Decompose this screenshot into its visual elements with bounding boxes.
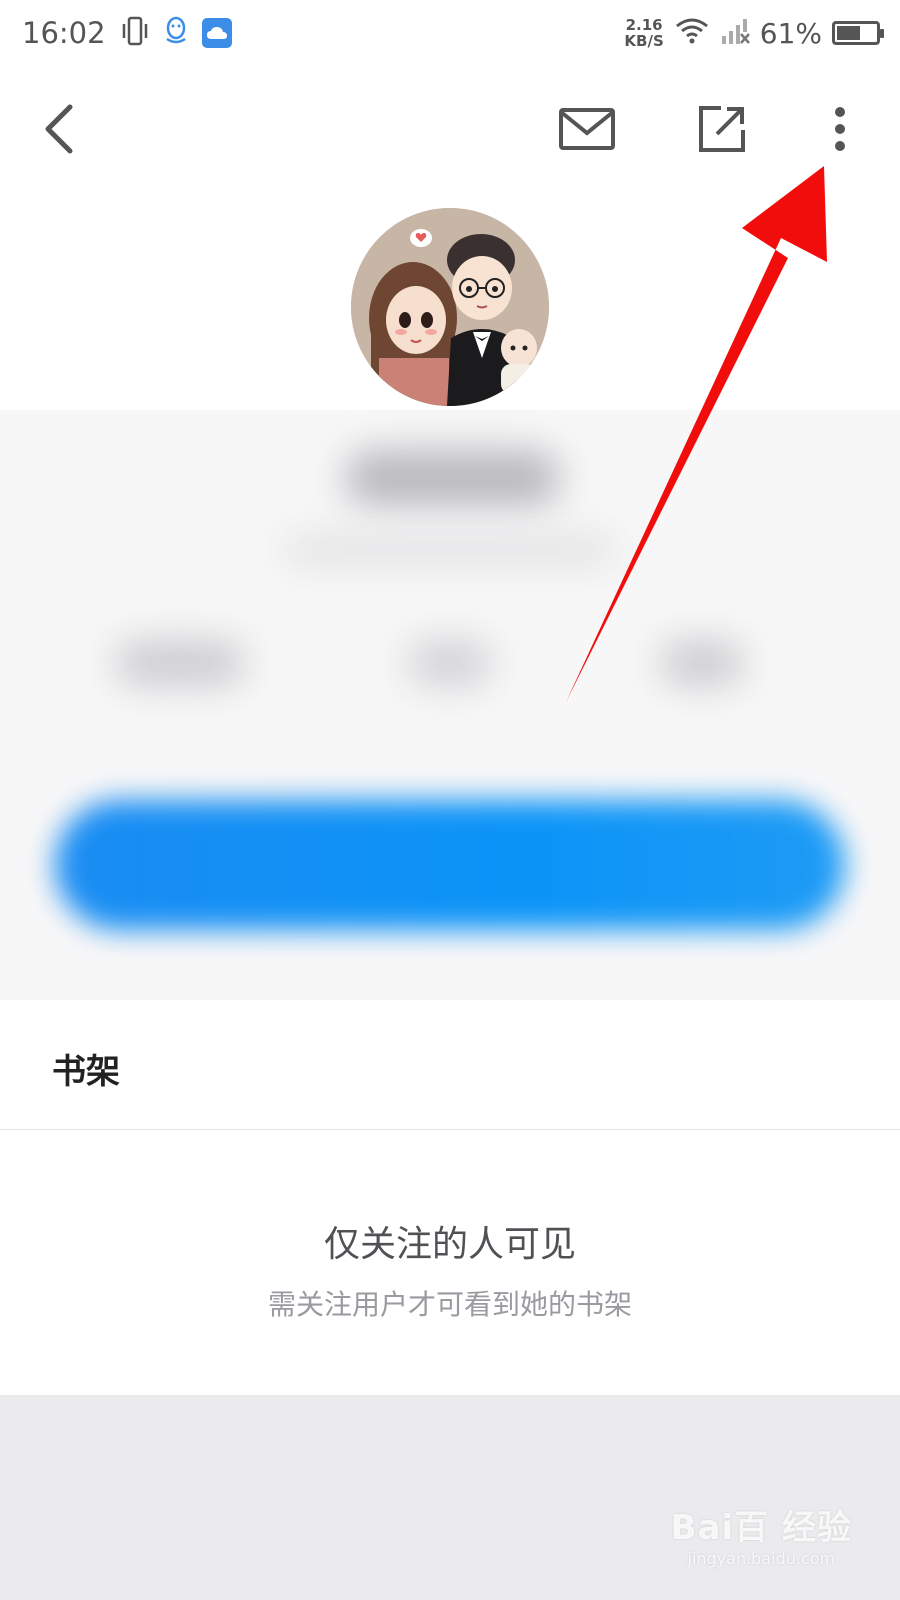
bookshelf-locked-state: 仅关注的人可见 需关注用户才可看到她的书架 <box>0 1131 900 1395</box>
vibrate-icon <box>120 15 150 51</box>
net-speed: 2.16 KB/S <box>624 17 663 49</box>
status-time: 16:02 <box>22 16 106 50</box>
locked-message-title: 仅关注的人可见 <box>323 1224 576 1265</box>
share-button[interactable] <box>682 86 762 176</box>
signal-off-icon <box>720 16 750 50</box>
locked-message-subtitle: 需关注用户才可看到她的书架 <box>267 1288 632 1321</box>
follow-button-blurred[interactable] <box>55 800 845 930</box>
wifi-icon <box>674 16 710 50</box>
blurred-user-subtitle <box>285 535 615 565</box>
blurred-username <box>345 450 560 506</box>
avatar[interactable] <box>351 208 549 406</box>
watermark-url: jingyan.baidu.com <box>687 1549 836 1568</box>
baidu-jingyan-watermark: Bai百 经验 jingyan.baidu.com <box>671 1500 852 1568</box>
message-button[interactable] <box>547 86 627 176</box>
net-speed-value: 2.16 <box>625 16 663 34</box>
bottom-background <box>0 1395 900 1600</box>
blurred-stat <box>660 640 744 686</box>
watermark-logo: Bai百 经验 <box>670 1508 852 1548</box>
more-button[interactable] <box>800 86 880 176</box>
battery-percent: 61% <box>759 16 822 50</box>
share-icon <box>697 104 747 158</box>
status-bar: 16:02 2.16 KB/S 61% <box>0 0 900 66</box>
qq-icon <box>162 15 190 51</box>
cloud-icon <box>201 18 232 48</box>
battery-level-fill <box>837 26 861 40</box>
bookshelf-title: 书架 <box>52 1052 120 1092</box>
bookshelf-header: 书架 <box>0 1000 900 1130</box>
net-speed-unit: KB/S <box>624 32 664 50</box>
blurred-stat <box>115 640 245 686</box>
blurred-stat <box>408 640 492 686</box>
more-icon <box>833 105 847 157</box>
back-button[interactable] <box>20 86 100 176</box>
back-icon <box>40 101 80 161</box>
top-nav-bar <box>0 86 900 176</box>
avatar-illustration <box>351 208 549 406</box>
profile-info-blurred <box>0 410 900 1000</box>
mail-icon <box>558 107 616 155</box>
battery-icon <box>832 21 884 45</box>
